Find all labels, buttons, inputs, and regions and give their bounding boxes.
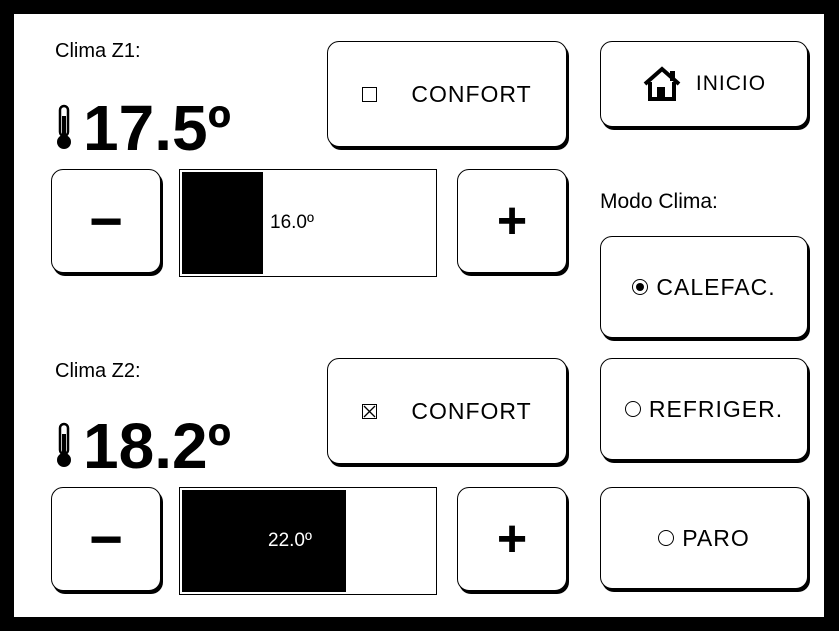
zone1-confort-label: CONFORT: [411, 80, 532, 107]
thermometer-icon: [57, 104, 71, 149]
mode-option-paro[interactable]: PARO: [600, 487, 808, 589]
home-icon: [643, 66, 681, 101]
mode-title: Modo Clima:: [600, 190, 718, 213]
mode-option-refriger[interactable]: REFRIGER.: [600, 358, 808, 460]
zone2-increase-button[interactable]: +: [457, 487, 567, 591]
zone2-temperature-display: 18.2º: [55, 414, 231, 478]
mode-option-label: REFRIGER.: [648, 395, 784, 422]
zone2-setpoint-value: 22.0º: [268, 530, 312, 551]
zone1-decrease-button[interactable]: −: [51, 169, 161, 273]
zone2-temperature: 18.2º: [83, 410, 231, 482]
zone1-label: Clima Z1:: [55, 40, 141, 62]
zone1-setpoint-value: 16.0º: [270, 212, 314, 233]
mode-radio-paro[interactable]: [658, 530, 675, 546]
zone1-temperature: 17.5º: [83, 92, 231, 164]
thermometer-icon: [57, 422, 71, 467]
mode-radio-refriger[interactable]: [624, 401, 641, 417]
plus-icon: +: [496, 192, 528, 250]
zone1-setpoint-fill: [182, 172, 263, 274]
zone1-increase-button[interactable]: +: [457, 169, 567, 273]
zone1-confort-checkbox[interactable]: [362, 86, 378, 102]
home-button[interactable]: INICIO: [600, 41, 808, 127]
zone1-temperature-display: 17.5º: [55, 96, 231, 160]
plus-icon: +: [496, 510, 528, 568]
home-label: INICIO: [695, 72, 767, 95]
zone1-confort-button[interactable]: CONFORT: [327, 41, 567, 147]
zone2-setpoint-fill: [182, 490, 346, 592]
minus-icon: −: [89, 188, 123, 254]
zone2-decrease-button[interactable]: −: [51, 487, 161, 591]
mode-option-calefac[interactable]: CALEFAC.: [600, 236, 808, 338]
mode-radio-calefac[interactable]: [632, 279, 649, 295]
zone1-setpoint-bar[interactable]: 16.0º: [179, 169, 437, 277]
zone2-confort-button[interactable]: CONFORT: [327, 358, 567, 464]
mode-option-label: PARO: [682, 524, 750, 551]
zone2-label: Clima Z2:: [55, 360, 141, 382]
zone2-confort-label: CONFORT: [411, 397, 532, 424]
zone2-setpoint-bar[interactable]: 22.0º: [179, 487, 437, 595]
zone2-confort-checkbox[interactable]: [362, 403, 378, 419]
minus-icon: −: [89, 506, 123, 572]
mode-option-label: CALEFAC.: [656, 273, 776, 300]
